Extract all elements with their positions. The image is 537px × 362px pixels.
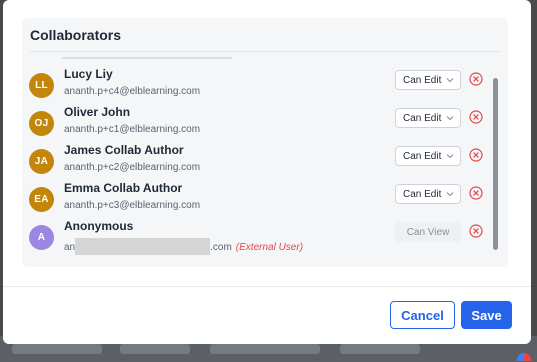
remove-collaborator-icon[interactable] — [469, 148, 483, 162]
remove-collaborator-icon[interactable] — [469, 186, 483, 200]
avatar: A — [29, 225, 54, 250]
permission-readonly: Can View — [395, 222, 461, 242]
permission-select[interactable]: Can Edit — [395, 184, 461, 204]
collaborator-row: LL Lucy Liy ananth.p+c4@elblearning.com … — [22, 66, 492, 104]
collaborator-email: ananth.p+c1@elblearning.com — [64, 124, 201, 135]
avatar: OJ — [29, 111, 54, 136]
permission-value: Can Edit — [403, 188, 442, 200]
email-prefix: an — [64, 242, 76, 253]
permission-value: Can Edit — [403, 150, 442, 162]
avatar: JA — [29, 149, 54, 174]
background-blur — [210, 344, 320, 354]
collaborator-name: Oliver John — [64, 105, 131, 119]
share-dialog: Collaborators LL Lucy Liy ananth.p+c4@el… — [3, 0, 531, 344]
avatar: LL — [29, 73, 54, 98]
permission-select[interactable]: Can Edit — [395, 146, 461, 166]
background-blur — [340, 344, 420, 354]
collaborator-row: OJ Oliver John ananth.p+c1@elblearning.c… — [22, 104, 492, 142]
avatar: EA — [29, 187, 54, 212]
remove-collaborator-icon[interactable] — [469, 224, 483, 238]
background-blur — [120, 344, 190, 354]
collaborator-name: James Collab Author — [64, 143, 184, 157]
collaborator-list[interactable]: LL Lucy Liy ananth.p+c4@elblearning.com … — [22, 53, 492, 263]
cancel-button[interactable]: Cancel — [390, 301, 455, 329]
chevron-down-icon — [446, 192, 454, 197]
collaborator-row: JA James Collab Author ananth.p+c2@elble… — [22, 142, 492, 180]
permission-value: Can Edit — [403, 74, 442, 86]
background-blur — [12, 344, 102, 354]
chevron-down-icon — [446, 78, 454, 83]
collaborator-email: an .com (External User) — [64, 238, 303, 255]
collaborator-email: ananth.p+c2@elblearning.com — [64, 162, 201, 173]
remove-collaborator-icon[interactable] — [469, 72, 483, 86]
collaborator-email: ananth.p+c4@elblearning.com — [64, 86, 201, 97]
email-suffix: .com — [210, 242, 232, 253]
collaborator-row: EA Emma Collab Author ananth.p+c3@elblea… — [22, 180, 492, 218]
collaborator-name: Lucy Liy — [64, 67, 113, 81]
clipped-row-remnant — [62, 57, 232, 59]
collaborator-name: Emma Collab Author — [64, 181, 183, 195]
collaborators-panel: Collaborators LL Lucy Liy ananth.p+c4@el… — [22, 18, 508, 267]
remove-collaborator-icon[interactable] — [469, 110, 483, 124]
permission-select[interactable]: Can Edit — [395, 70, 461, 90]
save-button[interactable]: Save — [461, 301, 512, 329]
redacted-block — [75, 238, 211, 255]
chevron-down-icon — [446, 154, 454, 159]
collaborator-email: ananth.p+c3@elblearning.com — [64, 200, 201, 211]
chevron-down-icon — [446, 116, 454, 121]
panel-divider — [30, 51, 500, 52]
permission-select[interactable]: Can Edit — [395, 108, 461, 128]
scrollbar-thumb[interactable] — [493, 78, 498, 250]
panel-title: Collaborators — [30, 27, 122, 43]
scrollbar[interactable] — [493, 78, 498, 262]
corner-logo-icon — [517, 353, 531, 361]
collaborator-name: Anonymous — [64, 219, 134, 233]
external-user-tag: (External User) — [235, 242, 304, 253]
footer-divider — [3, 286, 531, 287]
permission-value: Can Edit — [403, 112, 442, 124]
collaborator-row: A Anonymous an .com (External User) Can Vi… — [22, 218, 492, 256]
